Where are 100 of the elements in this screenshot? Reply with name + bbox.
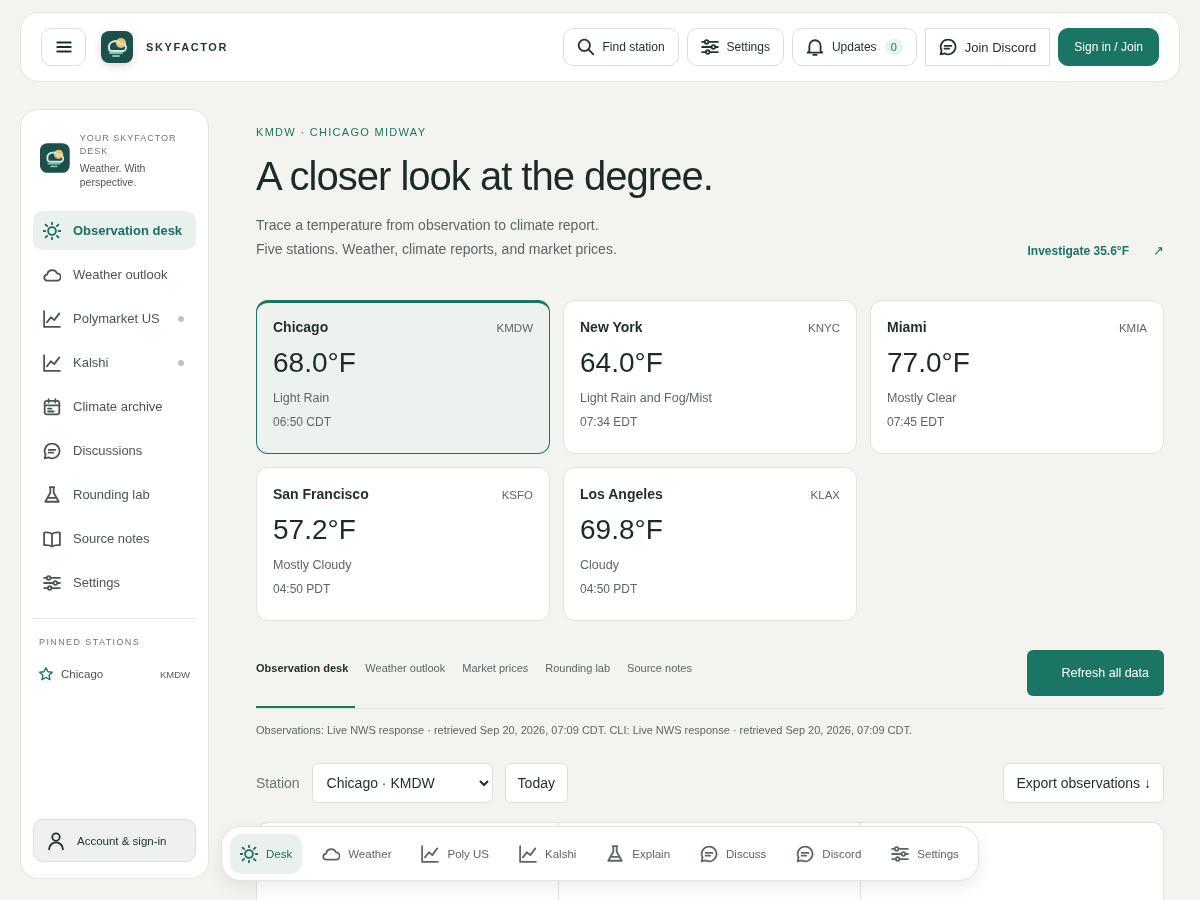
temperature: 57.2°F [273, 514, 357, 546]
star-icon [39, 667, 53, 681]
discord-button[interactable]: Join Discord [924, 28, 1051, 66]
nav-item[interactable]: Weather [312, 833, 402, 874]
calendar-icon [43, 397, 61, 416]
observation-time: 07:45 EDT [887, 415, 946, 429]
sidebar-item[interactable]: Source notes [33, 519, 196, 558]
source-note: Observations: Live NWS response · retrieved Sep 20, 2026, 07:09 CDT. CLI: Live NWS response · retrieved Sep 20, 2026, 07:09 CDT. [256, 724, 914, 736]
book-icon [43, 529, 61, 548]
station-card[interactable]: San Francisco KSFO 57.2°F Mostly Cloudy 04:50 PDT [256, 467, 550, 621]
sliders-icon [891, 844, 910, 863]
station-code: KLAX [810, 489, 840, 501]
flask-icon [606, 844, 625, 863]
updates-button[interactable]: Updates 0 [791, 28, 917, 66]
city-name: Miami [887, 319, 927, 335]
city-name: New York [580, 319, 643, 335]
search-icon [576, 38, 595, 56]
logo-icon [101, 31, 133, 63]
sidebar-item[interactable]: Discussions [33, 431, 196, 470]
station-card[interactable]: Miami KMIA 77.0°F Mostly Clear 07:45 EDT [870, 300, 1164, 454]
temperature: 69.8°F [580, 514, 664, 546]
intro-text: Trace a temperature from observation to climate report. [256, 216, 600, 235]
station-code: KMDW [159, 668, 190, 680]
intro-text: Five stations. Weather, climate reports, and market prices. [256, 240, 618, 259]
temperature: 77.0°F [887, 347, 971, 379]
flask-icon [43, 485, 61, 504]
station-card[interactable]: New York KNYC 64.0°F Light Rain and Fog/Mist 07:34 EDT [563, 300, 857, 454]
condition: Light Rain and Fog/Mist [580, 391, 713, 405]
sliders-icon [43, 573, 61, 592]
sidebar-item[interactable]: Climate archive [33, 387, 196, 426]
chat-bubble-icon [796, 844, 815, 863]
condition: Mostly Clear [887, 391, 958, 405]
chat-bubble-icon [700, 844, 719, 863]
nav-item[interactable]: Desk [230, 833, 303, 874]
export-button[interactable]: Export observations ↓ [1003, 763, 1164, 803]
temperature: 68.0°F [273, 347, 357, 379]
station-label: Station [256, 775, 300, 791]
tab[interactable]: Weather outlook [365, 650, 453, 708]
chart-icon [421, 844, 440, 863]
tab[interactable]: Rounding lab [545, 650, 618, 708]
logo-icon [40, 142, 70, 174]
tab[interactable]: Observation desk [256, 650, 356, 708]
chart-icon [43, 309, 61, 328]
sidebar-item[interactable]: Rounding lab [33, 475, 196, 514]
account-button[interactable]: Account & sign-in [33, 819, 196, 862]
condition: Light Rain [273, 391, 331, 405]
chat-bubble-icon [43, 441, 61, 460]
find-station-button[interactable]: Find station [562, 28, 679, 66]
nav-item[interactable]: Poly US [411, 833, 499, 874]
section-heading: PINNED STATIONS [38, 637, 142, 647]
sidebar-item[interactable]: Kalshi [33, 343, 196, 382]
observation-time: 04:50 PDT [580, 582, 639, 596]
observation-time: 04:50 PDT [273, 582, 332, 596]
sun-icon [240, 844, 258, 863]
station-code: KMDW [496, 322, 533, 334]
sidebar-item[interactable]: Observation desk [33, 211, 196, 250]
sidebar-item[interactable]: Settings [33, 563, 196, 602]
pinned-station[interactable]: Chicago [61, 668, 104, 680]
station-code: KNYC [808, 322, 840, 334]
sidebar-tagline: Weather. With perspective. [79, 161, 147, 189]
nav-item[interactable]: Discuss [690, 833, 777, 874]
bell-icon [805, 38, 824, 56]
chart-icon [43, 353, 61, 372]
nav-item[interactable]: Discord [786, 833, 872, 874]
nav-item[interactable]: Settings [881, 833, 969, 874]
sidebar-item[interactable]: Polymarket US [33, 299, 196, 338]
condition: Cloudy [580, 558, 620, 572]
observation-time: 06:50 CDT [273, 415, 333, 429]
sidebar-eyebrow: YOUR SKYFACTOR DESK [79, 132, 178, 158]
observation-time: 07:34 EDT [580, 415, 639, 429]
station-eyebrow: KMDW · CHICAGO MIDWAY [256, 126, 428, 138]
nav-item[interactable]: Explain [596, 833, 681, 874]
chat-bubble-icon [938, 38, 957, 56]
station-code: KMIA [1118, 322, 1147, 334]
tab[interactable]: Source notes [627, 650, 699, 708]
count-badge: 0 [884, 39, 903, 55]
chart-icon [519, 844, 537, 863]
station-card[interactable]: Chicago KMDW 68.0°F Light Rain 06:50 CDT [256, 300, 550, 454]
station-card[interactable]: Los Angeles KLAX 69.8°F Cloudy 04:50 PDT [563, 467, 857, 621]
condition: Mostly Cloudy [273, 558, 353, 572]
nav-item[interactable]: Kalshi [509, 833, 587, 874]
city-name: San Francisco [273, 486, 369, 502]
station-select[interactable]: Chicago · KMDW [311, 763, 493, 803]
investigate-link[interactable]: Investigate 35.6°F [1027, 244, 1129, 258]
tab[interactable]: Market prices [462, 650, 536, 708]
user-icon [47, 831, 65, 850]
sliders-icon [700, 38, 719, 56]
sidebar-item[interactable]: Weather outlook [33, 255, 196, 294]
temperature: 64.0°F [580, 347, 664, 379]
page-title: A closer look at the degree. [256, 154, 714, 199]
sign-in-button[interactable]: Sign in / Join [1058, 28, 1159, 66]
arrow-icon: ↗ [1153, 243, 1164, 258]
sun-icon [43, 221, 61, 240]
menu-button[interactable] [41, 28, 86, 66]
today-button[interactable]: Today [504, 763, 568, 803]
refresh-button[interactable]: Refresh all data [1027, 650, 1164, 696]
station-code: KSFO [501, 489, 533, 501]
city-name: Chicago [273, 319, 329, 335]
city-name: Los Angeles [580, 486, 663, 502]
settings-button[interactable]: Settings [686, 28, 784, 66]
